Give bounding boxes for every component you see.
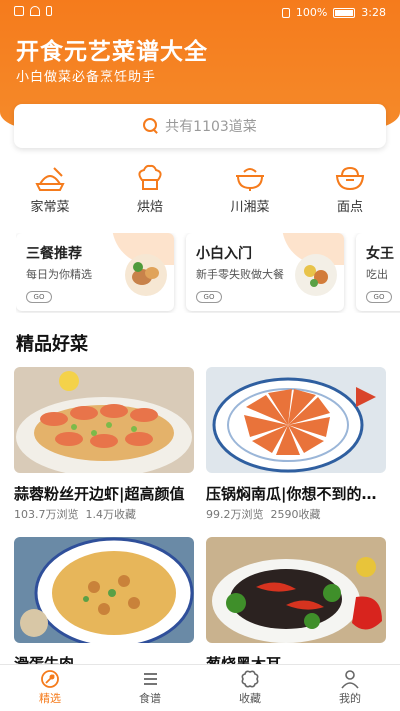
profile-icon <box>341 670 359 689</box>
card-desc: 新手零失败做大餐 <box>196 268 284 281</box>
bottom-tab-bar: 精选 食谱 收藏 我的 <box>0 664 400 711</box>
tab-profile[interactable]: 我的 <box>300 669 400 706</box>
chef-hat-icon <box>138 164 162 190</box>
card-title: 女王 <box>366 246 394 262</box>
recipe-favs: 2590收藏 <box>270 508 321 521</box>
go-button[interactable]: GO <box>26 291 52 303</box>
feature-card-meals[interactable]: 三餐推荐 每日为你精选 GO <box>16 233 174 311</box>
home-dish-icon <box>35 167 65 191</box>
recipe-image <box>206 367 386 473</box>
favorite-icon <box>241 670 259 688</box>
category-label: 烘焙 <box>136 200 163 215</box>
tab-recipes[interactable]: 食谱 <box>100 669 200 706</box>
tab-featured[interactable]: 精选 <box>0 669 100 706</box>
card-title: 三餐推荐 <box>26 246 82 262</box>
go-button[interactable]: GO <box>196 291 222 303</box>
hotpot-icon <box>236 168 264 191</box>
recipe-views: 99.2万浏览 <box>206 508 264 521</box>
vibrate-icon <box>281 7 290 18</box>
search-placeholder: 共有1103道菜 <box>165 119 257 135</box>
noodle-bowl-icon <box>335 166 365 191</box>
category-label: 川湘菜 <box>230 200 270 215</box>
category-label: 家常菜 <box>30 200 70 215</box>
wifi-icon <box>30 6 40 16</box>
tab-label: 我的 <box>339 692 361 705</box>
recipe-card[interactable]: 葱烧黑木耳 <box>206 537 386 674</box>
tab-label: 食谱 <box>139 692 161 705</box>
usb-icon <box>46 6 52 16</box>
category-baking[interactable]: 烘焙 <box>110 164 190 215</box>
app-title: 开食元艺菜谱大全 <box>16 39 208 65</box>
go-button[interactable]: GO <box>366 291 392 303</box>
recipe-image <box>14 537 194 649</box>
card-desc: 每日为你精选 <box>26 268 92 281</box>
category-sichuan-hunan[interactable]: 川湘菜 <box>210 164 290 215</box>
recipe-card[interactable]: 滑蛋牛肉 <box>14 537 194 674</box>
section-title: 精品好菜 <box>16 334 88 355</box>
search-icon <box>143 118 159 134</box>
recipe-card[interactable]: 压锅焖南瓜|你想不到的美味 99.2万浏览 2590收藏 <box>206 367 386 522</box>
category-row: 家常菜 烘焙 川湘菜 面点 <box>0 164 400 216</box>
recipe-name: 蒜蓉粉丝开边虾|超高颜值 <box>14 485 185 503</box>
recipe-card[interactable]: 蒜蓉粉丝开边虾|超高颜值 103.7万浏览 1.4万收藏 <box>14 367 194 522</box>
food-image <box>125 254 167 296</box>
status-bar: 100% 3:28 <box>0 0 400 26</box>
recipe-image <box>206 537 386 643</box>
recipe-favs: 1.4万收藏 <box>85 508 137 521</box>
notification-icon <box>14 6 24 16</box>
featured-icon <box>41 670 59 688</box>
recipe-views: 103.7万浏览 <box>14 508 79 521</box>
tab-favorites[interactable]: 收藏 <box>200 669 300 706</box>
card-desc: 吃出 <box>366 268 388 281</box>
category-home-dish[interactable]: 家常菜 <box>10 164 90 215</box>
feature-cards: 三餐推荐 每日为你精选 GO 小白入门 新手零失败做大餐 GO 女王 吃出 GO <box>16 233 400 313</box>
recipe-meta: 99.2万浏览 2590收藏 <box>206 506 386 522</box>
tab-label: 精选 <box>39 692 61 705</box>
feature-card-beginner[interactable]: 小白入门 新手零失败做大餐 GO <box>186 233 344 311</box>
recipe-name: 压锅焖南瓜|你想不到的美味 <box>206 485 386 503</box>
recipe-meta: 103.7万浏览 1.4万收藏 <box>14 506 194 522</box>
feature-card-queen[interactable]: 女王 吃出 GO <box>356 233 400 311</box>
clock: 3:28 <box>361 6 386 19</box>
food-image <box>295 254 337 296</box>
battery-percent: 100% <box>295 6 328 19</box>
search-bar[interactable]: 共有1103道菜 <box>14 104 386 148</box>
tab-label: 收藏 <box>239 692 261 705</box>
card-title: 小白入门 <box>196 246 252 262</box>
category-pastry[interactable]: 面点 <box>310 164 390 215</box>
app-subtitle: 小白做菜必备烹饪助手 <box>16 70 157 85</box>
category-label: 面点 <box>336 200 363 215</box>
list-icon <box>144 673 157 685</box>
recipe-image <box>14 367 194 477</box>
battery-icon <box>333 7 356 18</box>
